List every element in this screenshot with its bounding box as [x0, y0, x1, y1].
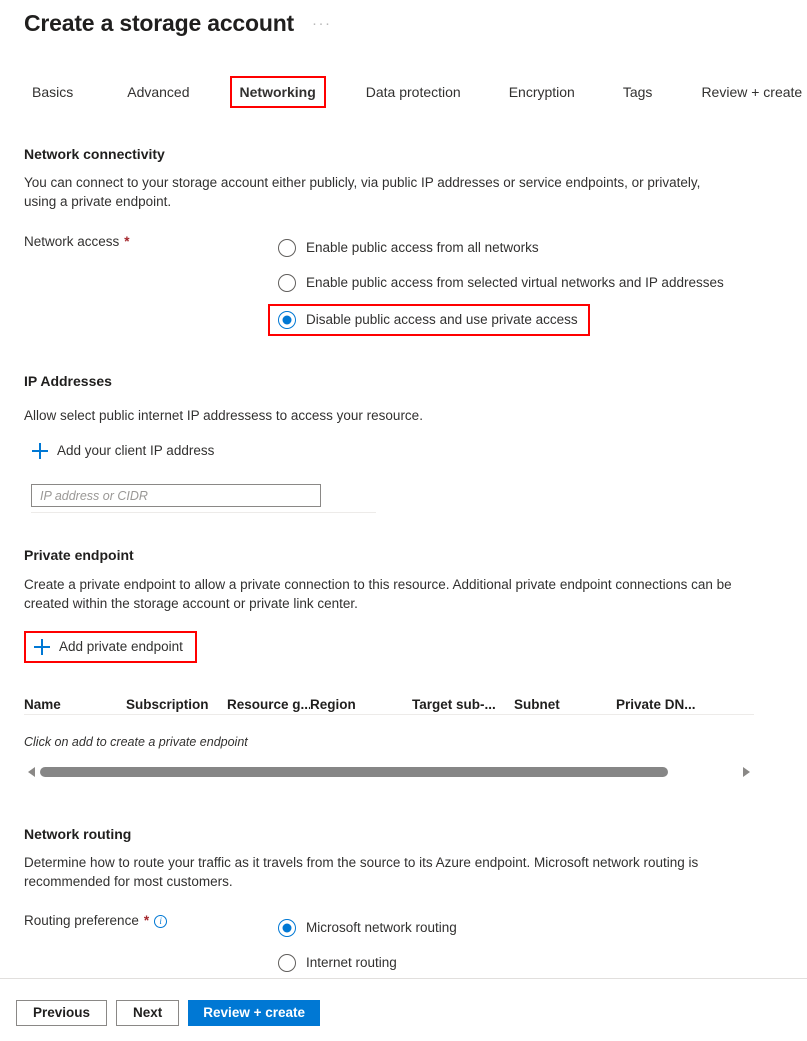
- wizard-tabs: Basics Advanced Networking Data protecti…: [24, 76, 807, 108]
- routing-preference-radio-group: Microsoft network routing Internet routi…: [278, 914, 461, 977]
- required-asterisk: *: [143, 913, 150, 928]
- ip-input-divider: [31, 512, 376, 513]
- radio-label: Enable public access from selected virtu…: [306, 275, 724, 290]
- column-header-name[interactable]: Name: [24, 696, 126, 714]
- create-storage-account-page: Create a storage account ··· Basics Adva…: [0, 0, 807, 1041]
- radio-button-icon[interactable]: [278, 274, 296, 292]
- radio-enable-selected-networks[interactable]: Enable public access from selected virtu…: [278, 269, 728, 297]
- page-header: Create a storage account ···: [24, 8, 332, 38]
- radio-label: Internet routing: [306, 955, 397, 970]
- column-header-subscription[interactable]: Subscription: [126, 696, 227, 714]
- tab-networking[interactable]: Networking: [229, 76, 326, 108]
- tab-tags[interactable]: Tags: [615, 78, 661, 106]
- ip-addresses-description: Allow select public internet IP addresse…: [24, 408, 423, 423]
- tab-encryption[interactable]: Encryption: [501, 78, 583, 106]
- private-endpoint-description: Create a private endpoint to allow a pri…: [24, 577, 732, 611]
- ip-address-input[interactable]: [31, 484, 321, 507]
- add-private-endpoint-button[interactable]: Add private endpoint: [24, 631, 197, 663]
- network-routing-description: Determine how to route your traffic as i…: [24, 855, 699, 889]
- radio-button-selected-icon[interactable]: [278, 311, 296, 329]
- radio-internet-routing[interactable]: Internet routing: [278, 949, 401, 977]
- info-icon[interactable]: i: [154, 914, 168, 928]
- radio-button-icon[interactable]: [278, 239, 296, 257]
- plus-icon: [34, 639, 50, 655]
- radio-label: Enable public access from all networks: [306, 240, 539, 255]
- column-header-subnet[interactable]: Subnet: [514, 696, 616, 714]
- wizard-footer: Previous Next Review + create: [16, 1000, 320, 1026]
- column-header-region[interactable]: Region: [310, 696, 412, 714]
- private-endpoints-table: Name Subscription Resource g... Region T…: [24, 686, 754, 751]
- radio-enable-all-networks[interactable]: Enable public access from all networks: [278, 234, 543, 262]
- plus-icon: [32, 443, 48, 459]
- previous-button[interactable]: Previous: [16, 1000, 108, 1026]
- network-access-radio-group: Enable public access from all networks E…: [268, 234, 728, 336]
- scroll-right-arrow-icon[interactable]: [743, 767, 750, 777]
- ip-addresses-heading: IP Addresses: [24, 373, 112, 389]
- scrollbar-track[interactable]: [40, 767, 738, 777]
- next-button[interactable]: Next: [116, 1000, 180, 1026]
- radio-label: Disable public access and use private ac…: [306, 312, 578, 327]
- add-client-ip-button[interactable]: Add your client IP address: [32, 442, 214, 460]
- routing-preference-label-text: Routing preference: [24, 913, 139, 928]
- private-endpoint-heading: Private endpoint: [24, 547, 134, 563]
- radio-microsoft-network-routing[interactable]: Microsoft network routing: [278, 914, 461, 942]
- page-title: Create a storage account: [24, 10, 295, 36]
- tab-review-create[interactable]: Review + create: [693, 78, 807, 106]
- network-access-label: Network access *: [24, 233, 130, 251]
- scroll-left-arrow-icon[interactable]: [28, 767, 35, 777]
- table-horizontal-scrollbar[interactable]: [28, 764, 750, 780]
- review-create-button[interactable]: Review + create: [188, 1000, 320, 1026]
- routing-preference-label: Routing preference * i: [24, 912, 168, 930]
- network-connectivity-heading: Network connectivity: [24, 146, 165, 162]
- scrollbar-thumb[interactable]: [40, 767, 669, 777]
- network-routing-heading: Network routing: [24, 826, 132, 842]
- network-access-label-text: Network access: [24, 234, 120, 249]
- radio-disable-public-access[interactable]: Disable public access and use private ac…: [268, 304, 590, 336]
- add-private-endpoint-label: Add private endpoint: [59, 639, 183, 654]
- more-options-icon[interactable]: ···: [312, 15, 332, 32]
- footer-separator: [0, 978, 807, 979]
- column-header-private-dns[interactable]: Private DN...: [616, 696, 721, 714]
- required-asterisk: *: [124, 234, 130, 249]
- tab-advanced[interactable]: Advanced: [119, 78, 197, 106]
- add-client-ip-label: Add your client IP address: [57, 443, 215, 458]
- table-header-row: Name Subscription Resource g... Region T…: [24, 686, 754, 715]
- column-header-target-sub[interactable]: Target sub-...: [412, 696, 514, 714]
- radio-button-icon[interactable]: [278, 954, 296, 972]
- network-connectivity-description: You can connect to your storage account …: [24, 175, 701, 209]
- table-empty-message: Click on add to create a private endpoin…: [24, 735, 248, 749]
- tab-data-protection[interactable]: Data protection: [358, 78, 469, 106]
- tab-basics[interactable]: Basics: [24, 78, 81, 106]
- radio-button-selected-icon[interactable]: [278, 919, 296, 937]
- column-header-resource-group[interactable]: Resource g...: [227, 696, 310, 714]
- radio-label: Microsoft network routing: [306, 920, 457, 935]
